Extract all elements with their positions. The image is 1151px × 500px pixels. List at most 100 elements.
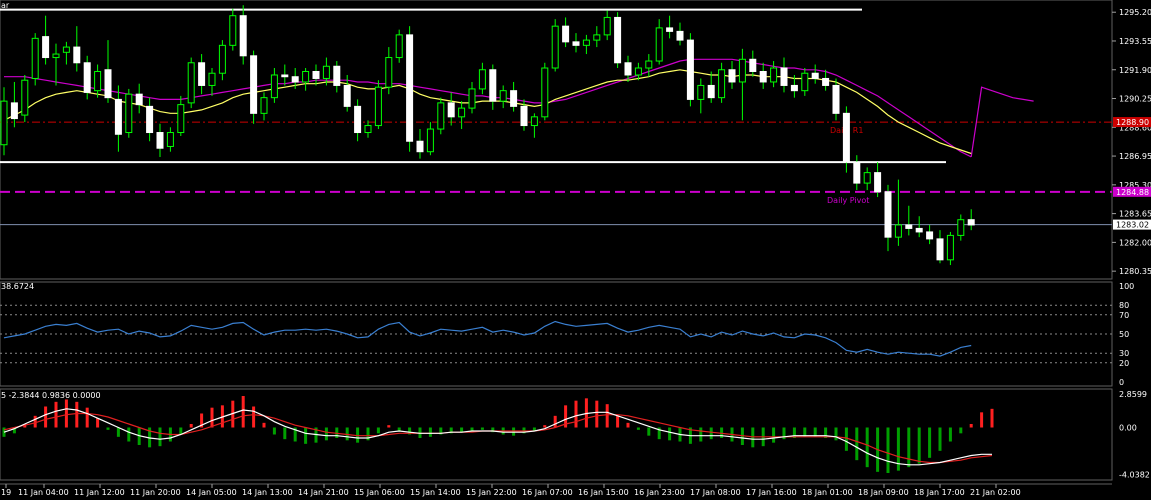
candle-body	[0, 100, 8, 146]
candle-body	[624, 62, 632, 76]
price-tick-label: 1295.20	[1119, 8, 1151, 17]
candle-body	[447, 102, 455, 118]
candle-body	[385, 57, 393, 88]
candle-body	[541, 67, 549, 118]
candle-body	[31, 37, 39, 79]
candle-body	[686, 39, 694, 100]
candle-body	[52, 53, 60, 59]
rsi-tick-label: 70	[1119, 311, 1129, 320]
top-left-label: ar	[1, 1, 10, 10]
candle-body	[146, 105, 154, 134]
candle-body	[666, 27, 674, 32]
candle-body	[749, 58, 757, 72]
time-tick-label: 11 Jan 12:00	[74, 488, 125, 497]
candle-body	[967, 219, 975, 226]
macd-header-values: 5 -2.3844 0.9836 0.0000	[1, 391, 101, 400]
price-tick-label: 1283.65	[1119, 210, 1151, 219]
candle-body	[302, 70, 310, 83]
candle-body	[718, 69, 726, 99]
candle-body	[603, 16, 611, 36]
time-tick-label: 18 Jan 17:00	[914, 488, 965, 497]
candle-body	[780, 67, 788, 86]
price-tick-label: 1282.00	[1119, 238, 1151, 247]
price-tick-label: 1291.90	[1119, 66, 1151, 75]
candle-body	[562, 25, 570, 43]
candle-body	[374, 86, 382, 127]
macd-tick-label: 2.8599	[1119, 390, 1147, 399]
price-tick-label: 1290.25	[1119, 95, 1151, 104]
current-price-tag: 1283.02	[1116, 221, 1149, 230]
candle-body	[114, 98, 122, 135]
candle-body	[426, 128, 434, 153]
time-tick-label: 11 Jan 04:00	[18, 488, 69, 497]
candle-body	[842, 112, 850, 163]
candle-body	[676, 30, 684, 41]
time-tick-label: 21 Jan 02:00	[970, 488, 1021, 497]
time-tick-label: 14 Jan 13:00	[242, 488, 293, 497]
candle-body	[458, 107, 466, 118]
candle-body	[572, 41, 580, 46]
candle-body	[863, 172, 871, 184]
candle-body	[946, 234, 954, 261]
time-tick-label: 17 Jan 16:00	[746, 488, 797, 497]
candle-body	[770, 67, 778, 83]
time-tick-label: 15 Jan 06:00	[354, 488, 405, 497]
rsi-tick-label: 20	[1119, 359, 1129, 368]
candle-body	[322, 65, 330, 79]
time-tick-label: 17 Jan 08:00	[690, 488, 741, 497]
candle-body	[905, 224, 913, 229]
time-tick-label: 19	[1, 488, 11, 497]
candle-body	[790, 84, 798, 92]
candle-body	[915, 227, 923, 233]
candle-body	[655, 27, 663, 62]
candle-body	[874, 172, 882, 193]
candle-body	[520, 105, 528, 127]
rsi-tick-label: 0	[1119, 378, 1124, 387]
candle-body	[94, 70, 102, 92]
candle-body	[551, 25, 559, 69]
candle-body	[166, 132, 174, 147]
candle-body	[177, 104, 185, 134]
candle-body	[738, 58, 746, 83]
candle-body	[832, 84, 840, 114]
candle-body	[936, 238, 944, 261]
candle-body	[707, 84, 715, 99]
time-tick-label: 14 Jan 21:00	[298, 488, 349, 497]
candle-body	[291, 76, 299, 83]
candle-body	[853, 161, 861, 184]
rsi-tick-label: 80	[1119, 301, 1129, 310]
daily-pivot-label: Daily Pivot	[827, 196, 869, 205]
time-tick-label: 16 Jan 23:00	[634, 488, 685, 497]
rsi-tick-label: 100	[1119, 282, 1134, 291]
candle-body	[187, 62, 195, 104]
candle-body	[281, 74, 289, 78]
candle-body	[437, 102, 445, 130]
candle-body	[343, 84, 351, 107]
candle-body	[697, 84, 705, 100]
candle-body	[822, 77, 830, 86]
time-tick-label: 16 Jan 07:00	[522, 488, 573, 497]
candle-body	[21, 79, 29, 116]
macd-pane[interactable]: 2.8599 0.00 -4.0382	[0, 388, 1150, 481]
rsi-pane[interactable]: 100 8070 50 3020 0	[0, 281, 1134, 387]
candle-body	[926, 231, 934, 240]
price-pane[interactable]: 1295.201293.551291.901290.251288.601286.…	[0, 0, 1151, 280]
time-tick-label: 18 Jan 09:00	[858, 488, 909, 497]
candle-body	[582, 39, 590, 46]
price-tick-label: 1280.35	[1119, 267, 1151, 276]
time-tick-label: 15 Jan 22:00	[466, 488, 517, 497]
candle-body	[645, 60, 653, 69]
trading-chart[interactable]: 1295.201293.551291.901290.251288.601286.…	[0, 0, 1151, 500]
candle-body	[354, 105, 362, 134]
time-tick-label: 11 Jan 20:00	[130, 488, 181, 497]
candle-body	[73, 46, 81, 64]
candle-body	[406, 34, 414, 142]
time-axis: 19 11 Jan 04:00 11 Jan 12:00 11 Jan 20:00 14…	[0, 483, 1112, 497]
candle-body	[260, 97, 268, 114]
candle-body	[957, 219, 965, 236]
daily-r1-price-tag: 1288.90	[1116, 118, 1149, 127]
time-tick-label: 15 Jan 14:00	[410, 488, 461, 497]
price-tick-label: 1286.95	[1119, 152, 1151, 161]
macd-tick-label: -4.0382	[1119, 471, 1150, 480]
macd-signal-white	[3, 408, 992, 466]
